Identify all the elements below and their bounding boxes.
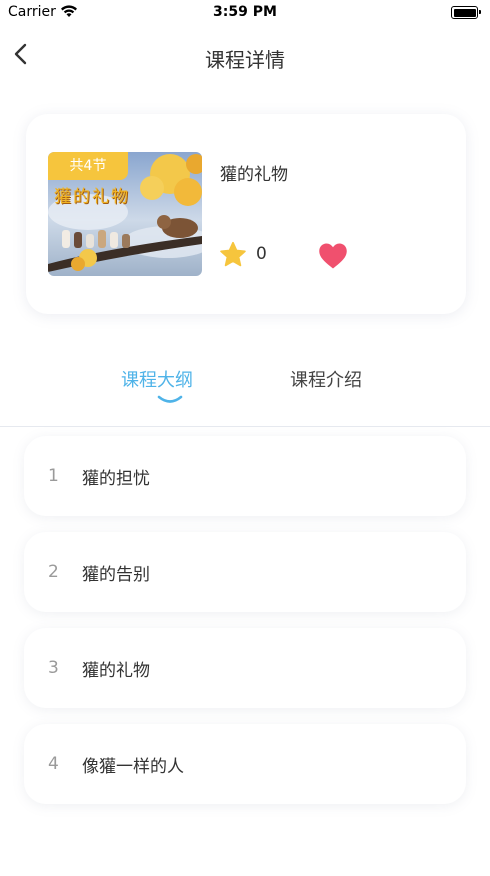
status-time: 3:59 PM: [213, 4, 277, 20]
tab-bar: 课程大纲 课程介绍: [0, 356, 490, 412]
lesson-count-badge: 共4节: [48, 152, 128, 180]
page-title: 课程详情: [205, 48, 285, 72]
chapter-item[interactable]: 1 獾的担忧: [24, 436, 466, 516]
cover-title: 獾的礼物: [54, 187, 130, 207]
tab-divider: [0, 426, 490, 427]
chapter-title: 獾的担忧: [82, 469, 150, 489]
chapter-number: 1: [48, 466, 59, 486]
nav-bar: 课程详情: [0, 30, 490, 86]
chapter-title: 像獾一样的人: [82, 757, 184, 777]
chapter-number: 3: [48, 658, 59, 678]
chapter-title: 獾的礼物: [82, 661, 150, 681]
tab-active-indicator: [157, 395, 183, 403]
battery-icon: [451, 6, 481, 19]
chapter-number: 2: [48, 562, 59, 582]
star-count: 0: [256, 244, 267, 264]
star-icon[interactable]: [218, 240, 248, 270]
chapter-item[interactable]: 3 獾的礼物: [24, 628, 466, 708]
chapter-title: 獾的告别: [82, 565, 150, 585]
chapter-number: 4: [48, 754, 59, 774]
heart-icon[interactable]: [318, 242, 348, 270]
course-card[interactable]: 共4节 獾的礼物 獾的礼物 0: [26, 114, 466, 314]
course-title: 獾的礼物: [220, 165, 288, 185]
tab-outline[interactable]: 课程大纲: [121, 366, 193, 392]
tab-intro[interactable]: 课程介绍: [290, 366, 362, 392]
status-bar: Carrier 3:59 PM: [0, 0, 490, 26]
chapter-item[interactable]: 4 像獾一样的人: [24, 724, 466, 804]
course-cover: 共4节 獾的礼物: [48, 152, 202, 276]
chapter-list: 1 獾的担忧 2 獾的告别 3 獾的礼物 4 像獾一样的人: [24, 436, 466, 820]
chapter-item[interactable]: 2 獾的告别: [24, 532, 466, 612]
